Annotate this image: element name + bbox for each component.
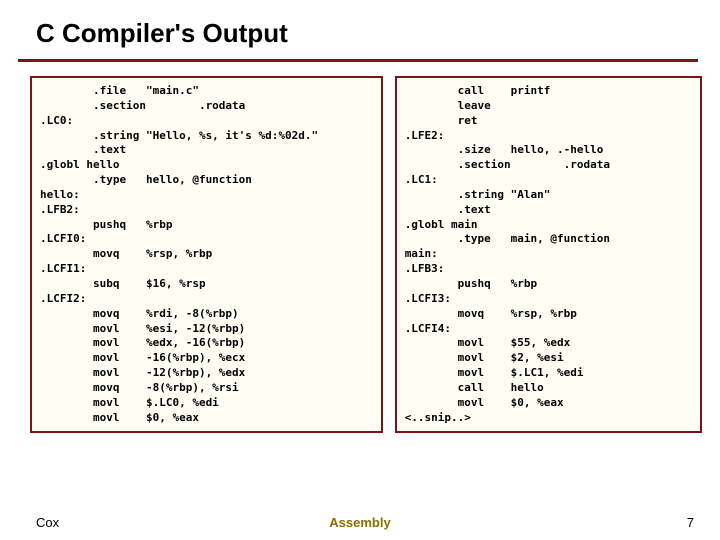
code-box-left: .file "main.c" .section .rodata .LC0: .s… [30, 76, 383, 433]
code-left: .file "main.c" .section .rodata .LC0: .s… [40, 84, 373, 425]
title-wrap: C Compiler's Output [0, 0, 720, 53]
footer-author: Cox [36, 515, 59, 530]
footer-topic: Assembly [329, 515, 390, 530]
page-number: 7 [687, 515, 694, 530]
code-box-right: call printf leave ret .LFE2: .size hello… [395, 76, 702, 433]
footer: Cox Assembly 7 [0, 515, 720, 530]
slide-title: C Compiler's Output [36, 18, 720, 49]
code-right: call printf leave ret .LFE2: .size hello… [405, 84, 692, 425]
code-columns: .file "main.c" .section .rodata .LC0: .s… [0, 62, 720, 433]
